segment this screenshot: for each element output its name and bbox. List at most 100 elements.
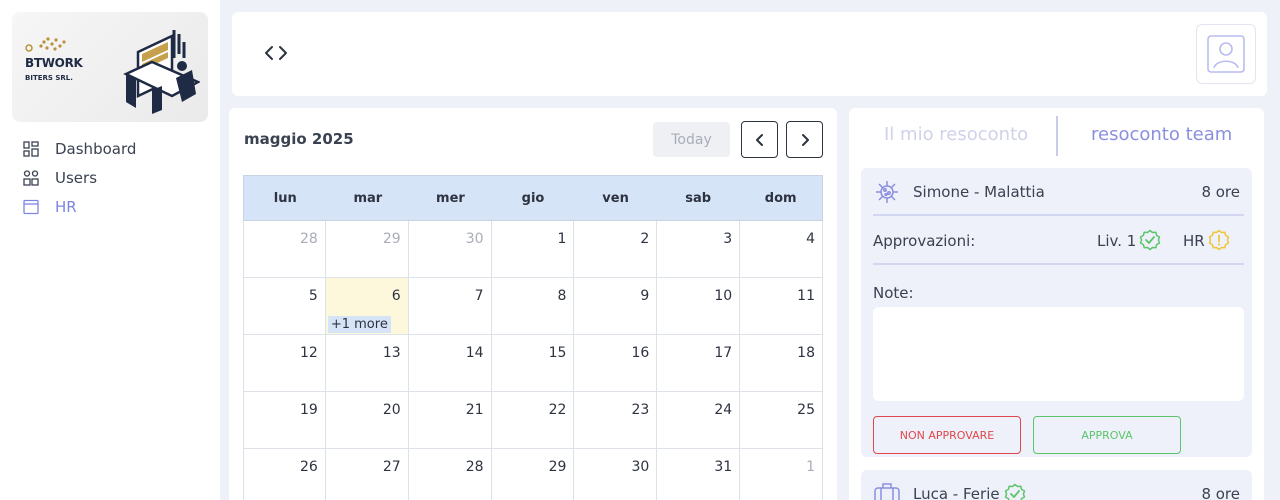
calendar-day[interactable]: 5 <box>243 278 326 335</box>
calendar-day[interactable]: 24 <box>657 392 741 449</box>
weekday-label: ven <box>602 190 629 206</box>
calendar-day-number: 4 <box>806 231 815 247</box>
calendar-day-number: 13 <box>382 345 401 361</box>
calendar-day[interactable]: 29 <box>325 221 409 278</box>
calendar-day-number: 18 <box>797 345 815 361</box>
calendar-week-row: 19 20 21 22 23 24 25 <box>243 392 823 449</box>
users-icon <box>22 169 40 187</box>
calendar-week-row: 5 6 +1 more 7 8 9 10 11 <box>243 278 823 335</box>
weekday-label: mar <box>353 190 383 206</box>
calendar-day-number: 1 <box>806 459 815 475</box>
sidebar-item-hr[interactable]: HR <box>22 192 212 221</box>
request-name: Luca - Ferie <box>913 485 1000 500</box>
calendar-day[interactable]: 23 <box>574 392 658 449</box>
user-avatar[interactable] <box>1196 24 1256 84</box>
reject-button[interactable]: NON APPROVARE <box>873 416 1021 454</box>
calendar-day[interactable]: 10 <box>657 278 741 335</box>
calendar-day[interactable]: 29 <box>492 449 575 500</box>
card-divider <box>873 263 1244 265</box>
sidebar-item-label: Dashboard <box>55 139 137 158</box>
calendar-day[interactable]: 17 <box>657 335 741 392</box>
calendar-day-number: 8 <box>557 288 567 304</box>
calendar-day[interactable]: 21 <box>408 392 492 449</box>
calendar-day-number: 3 <box>723 231 733 247</box>
calendar-day[interactable]: 9 <box>574 278 658 335</box>
note-field[interactable] <box>873 307 1244 401</box>
tab-team-report[interactable]: resoconto team <box>1091 124 1232 145</box>
calendar-day[interactable]: 31 <box>657 449 741 500</box>
more-events-link[interactable]: +1 more <box>327 316 391 333</box>
logo-company: BITERS SRL. <box>25 74 73 82</box>
report-panel: Il mio resoconto resoconto team Simone -… <box>849 108 1264 500</box>
sidebar-item-label: Users <box>55 168 98 187</box>
desk-illustration-icon <box>123 30 200 114</box>
calendar-day-number: 1 <box>557 231 567 247</box>
calendar-day-number: 29 <box>382 231 401 247</box>
calendar-day[interactable]: 12 <box>243 335 326 392</box>
logo-dots-icon <box>25 37 66 52</box>
calendar-day[interactable]: 1 <box>740 449 823 500</box>
approvals-label: Approvazioni: <box>873 232 976 250</box>
calendar-day[interactable]: 18 <box>740 335 823 392</box>
calendar-day[interactable]: 15 <box>491 335 575 392</box>
calendar-day-number: 25 <box>797 402 815 418</box>
calendar-day-number: 31 <box>714 459 733 475</box>
weekday-label: sab <box>685 190 712 206</box>
calendar-day[interactable]: 4 <box>740 221 823 278</box>
calendar-day[interactable]: 28 <box>243 221 326 278</box>
calendar-day[interactable]: 25 <box>740 392 823 449</box>
calendar-day[interactable]: 3 <box>657 221 741 278</box>
calendar-day[interactable]: 22 <box>491 392 575 449</box>
weekday-label: mer <box>436 190 465 206</box>
pending-badge-icon <box>1208 229 1230 251</box>
tab-my-report[interactable]: Il mio resoconto <box>884 124 1028 145</box>
calendar-day[interactable]: 2 <box>574 221 658 278</box>
approve-button[interactable]: APPROVA <box>1033 416 1181 454</box>
calendar-day[interactable]: 27 <box>326 449 409 500</box>
calendar-day-number: 21 <box>465 402 484 418</box>
calendar-day[interactable]: 16 <box>574 335 658 392</box>
calendar-day-number: 5 <box>308 288 318 304</box>
calendar-grid: lun mar mer gio ven sab dom 28 29 30 1 2 3 4 5 6… <box>243 175 823 500</box>
calendar-day[interactable]: 1 <box>491 221 575 278</box>
calendar-day-number: 22 <box>548 402 567 418</box>
calendar-panel: maggio 2025 Today lun mar mer gio ven sa… <box>229 108 837 500</box>
sidebar-item-dashboard[interactable]: Dashboard <box>22 134 212 163</box>
calendar-day[interactable]: 8 <box>491 278 575 335</box>
sidebar-item-label: HR <box>55 197 77 216</box>
calendar-day-number: 6 <box>391 288 401 304</box>
sidebar-item-users[interactable]: Users <box>22 163 212 192</box>
calendar-day[interactable]: 20 <box>325 392 409 449</box>
next-month-button[interactable] <box>786 121 823 158</box>
calendar-day-number: 28 <box>465 459 484 475</box>
calendar-day-today[interactable]: 6 +1 more <box>325 278 409 335</box>
hr-approval-label: HR <box>1183 232 1205 250</box>
code-icon[interactable] <box>262 42 290 64</box>
calendar-day[interactable]: 28 <box>409 449 492 500</box>
prev-month-button[interactable] <box>741 121 778 158</box>
sidebar: BTWORK BITERS SRL. Dashboard Users HR <box>0 0 220 500</box>
calendar-day-number: 26 <box>300 459 318 475</box>
calendar-day[interactable]: 19 <box>243 392 326 449</box>
sidebar-nav: Dashboard Users HR <box>22 134 212 221</box>
calendar-day[interactable]: 7 <box>408 278 492 335</box>
calendar-day[interactable]: 30 <box>574 449 658 500</box>
calendar-day-number: 29 <box>548 459 567 475</box>
calendar-day-number: 23 <box>631 402 650 418</box>
calendar-day-number: 16 <box>631 345 650 361</box>
calendar-day[interactable]: 13 <box>325 335 409 392</box>
calendar-day[interactable]: 11 <box>740 278 823 335</box>
calendar-day[interactable]: 30 <box>408 221 492 278</box>
level1-label: Liv. 1 <box>1097 232 1137 250</box>
calendar-week-row: 26 27 28 29 30 31 1 <box>243 449 823 500</box>
approved-badge-icon <box>1139 229 1161 251</box>
calendar-day[interactable]: 14 <box>408 335 492 392</box>
request-card: Simone - Malattia 8 ore Approvazioni: Li… <box>861 168 1252 457</box>
logo-name: BTWORK <box>25 56 83 70</box>
note-label: Note: <box>873 284 914 302</box>
calendar-day[interactable]: 26 <box>243 449 326 500</box>
calendar-day-number: 24 <box>714 402 733 418</box>
calendar-day-number: 14 <box>465 345 484 361</box>
today-button[interactable]: Today <box>653 122 730 157</box>
logo[interactable]: BTWORK BITERS SRL. <box>12 12 208 122</box>
